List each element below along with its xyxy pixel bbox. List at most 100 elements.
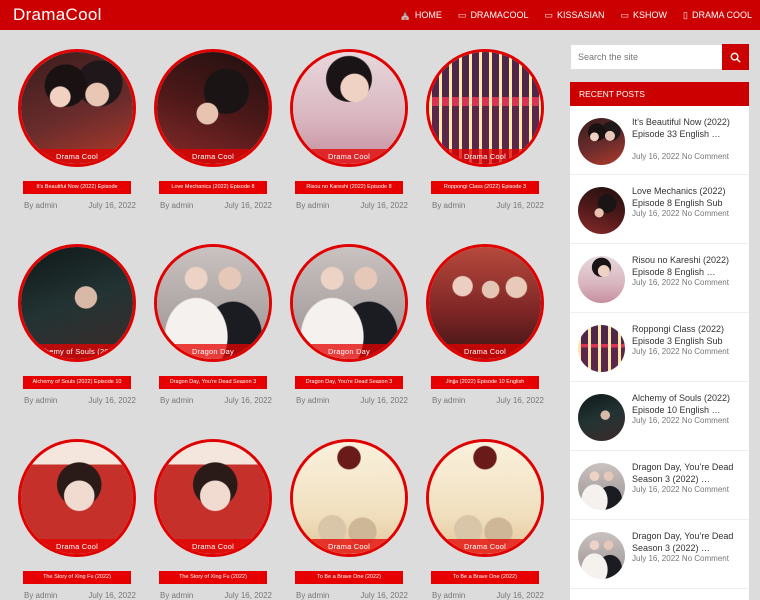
post-title[interactable]: To Be a Brave One (2022) <box>431 571 539 584</box>
post-date: July 16, 2022 <box>88 396 136 405</box>
recent-post-title[interactable]: Dragon Day, You’re Dead Season 3 (2022) … <box>632 461 744 485</box>
thumbnail-image <box>429 52 541 164</box>
recent-post-thumbnail[interactable] <box>578 532 625 579</box>
post-date: July 16, 2022 <box>360 201 408 210</box>
recent-post-title[interactable]: Risou no Kareshi (2022) Episode 8 Englis… <box>632 254 744 278</box>
search-icon <box>730 52 741 63</box>
post-thumbnail[interactable]: Drama Cool <box>18 49 136 167</box>
post-author[interactable]: By admin <box>296 591 329 600</box>
thumbnail-image <box>293 442 405 554</box>
post-thumbnail[interactable]: Alchemy of Souls (2022) <box>18 244 136 362</box>
post-badge: Drama Cool <box>463 347 506 356</box>
post-title[interactable]: To Be a Brave One (2022) <box>295 571 403 584</box>
search-input[interactable] <box>571 45 723 69</box>
recent-post-item[interactable]: Risou no Kareshi (2022) Episode 8 Englis… <box>570 244 749 313</box>
recent-post-title[interactable]: Roppongi Class (2022) Episode 3 English … <box>632 323 744 347</box>
recent-post-item[interactable]: Dragon Day, You’re Dead Season 3 (2022) … <box>570 520 749 589</box>
post-author[interactable]: By admin <box>296 201 329 210</box>
thumbnail-image <box>157 247 269 359</box>
recent-post-thumbnail[interactable] <box>578 325 625 372</box>
post-title[interactable]: Love Mechanics (2022) Episode 8 <box>159 181 267 194</box>
post-meta: By admin July 16, 2022 <box>24 201 136 210</box>
recent-post-item[interactable]: Love Mechanics (2022) Episode 8 English … <box>570 175 749 244</box>
post-author[interactable]: By admin <box>160 591 193 600</box>
post-meta: By admin July 16, 2022 <box>296 396 408 405</box>
recent-post-item[interactable]: Alchemy of Souls (2022) Episode 10 Engli… <box>570 382 749 451</box>
nav-label: KISSASIAN <box>556 10 605 20</box>
recent-post-item[interactable]: Dragon Day, You’re Dead Season 3 (2022) … <box>570 451 749 520</box>
nav-label: KSHOW <box>633 10 668 20</box>
search-button[interactable] <box>722 44 749 70</box>
post-title[interactable]: The Story of Xing Fu (2022) <box>159 571 267 584</box>
post-title[interactable]: It's Beautiful Now (2022) Episode <box>23 181 131 194</box>
tv-icon: ▭ <box>457 9 467 20</box>
recent-post-thumbnail[interactable] <box>578 463 625 510</box>
post-title[interactable]: Risou no Kareshi (2022) Episode 8 <box>295 181 403 194</box>
recent-posts-widget: RECENT POSTS It’s Beautiful Now (2022) E… <box>570 82 749 600</box>
recent-post-thumbnail[interactable] <box>578 118 625 165</box>
recent-post-thumbnail[interactable] <box>578 394 625 441</box>
post-title[interactable]: Roppongi Class (2022) Episode 3 <box>431 181 539 194</box>
post-author[interactable]: By admin <box>432 201 465 210</box>
post-badge: Drama Cool <box>55 152 98 161</box>
post-author[interactable]: By admin <box>24 201 57 210</box>
recent-post-item[interactable]: Roppongi Class (2022) Episode 3 English … <box>570 313 749 382</box>
recent-post-thumbnail[interactable] <box>578 187 625 234</box>
post-thumbnail[interactable]: Dragon Day <box>154 244 272 362</box>
search-box <box>570 44 749 70</box>
post-thumbnail[interactable]: Drama Cool <box>18 439 136 557</box>
recent-post-meta: July 16, 2022 No Comment <box>632 485 729 494</box>
post-badge: Drama Cool <box>191 542 234 551</box>
post-badge: Drama Cool <box>463 152 506 161</box>
recent-post-meta: July 16, 2022 No Comment <box>632 209 729 218</box>
post-thumbnail[interactable]: Dragon Day <box>290 244 408 362</box>
nav-kshow[interactable]: ▭ KSHOW <box>621 10 668 21</box>
recent-post-meta: July 16, 2022 No Comment <box>632 416 729 425</box>
thumbnail-image <box>21 52 133 164</box>
post-date: July 16, 2022 <box>224 201 272 210</box>
site-logo[interactable]: DramaCool <box>13 5 102 25</box>
post-title[interactable]: The Story of Xing Fu (2022) <box>23 571 131 584</box>
post-author[interactable]: By admin <box>24 591 57 600</box>
post-author[interactable]: By admin <box>432 396 465 405</box>
post-title[interactable]: Jinjja (2022) Episode 10 English <box>431 376 539 389</box>
post-title[interactable]: Alchemy of Souls (2022) Episode 10 <box>23 376 131 389</box>
thumbnail-image <box>429 442 541 554</box>
post-thumbnail[interactable]: Drama Cool <box>290 439 408 557</box>
post-badge: Drama Cool <box>463 542 506 551</box>
post-thumbnail[interactable]: Drama Cool <box>154 49 272 167</box>
post-thumbnail[interactable]: Drama Cool <box>426 244 544 362</box>
nav-dramacool[interactable]: ▭ DRAMACOOL <box>458 10 529 21</box>
nav-label: DRAMA COOL <box>691 10 752 20</box>
recent-post-item[interactable]: It’s Beautiful Now (2022) Episode 33 Eng… <box>570 106 749 175</box>
post-author[interactable]: By admin <box>296 396 329 405</box>
post-date: July 16, 2022 <box>88 201 136 210</box>
thumbnail-image <box>21 442 133 554</box>
recent-post-title[interactable]: It’s Beautiful Now (2022) Episode 33 Eng… <box>632 116 744 140</box>
post-thumbnail[interactable]: Drama Cool <box>426 49 544 167</box>
recent-post-title[interactable]: Love Mechanics (2022) Episode 8 English … <box>632 185 744 209</box>
post-author[interactable]: By admin <box>160 396 193 405</box>
post-author[interactable]: By admin <box>160 201 193 210</box>
recent-post-title[interactable]: Alchemy of Souls (2022) Episode 10 Engli… <box>632 392 744 416</box>
recent-post-meta: July 16, 2022 No Comment <box>632 278 729 287</box>
tv-icon: ▭ <box>544 9 553 20</box>
thumbnail-image <box>157 442 269 554</box>
post-author[interactable]: By admin <box>24 396 57 405</box>
recent-post-title[interactable]: Dragon Day, You’re Dead Season 3 (2022) … <box>632 530 744 554</box>
post-meta: By admin July 16, 2022 <box>296 201 408 210</box>
post-author[interactable]: By admin <box>432 591 465 600</box>
nav-drama-cool[interactable]: ▯ DRAMA COOL <box>683 10 752 21</box>
tv-icon: ▭ <box>620 9 630 20</box>
post-title[interactable]: Dragon Day, You're Dead Season 3 <box>159 376 267 389</box>
post-thumbnail[interactable]: Drama Cool <box>154 439 272 557</box>
nav-label: HOME <box>414 10 442 20</box>
post-meta: By admin July 16, 2022 <box>432 591 544 600</box>
recent-post-thumbnail[interactable] <box>578 256 625 303</box>
nav-kissasian[interactable]: ▭ KISSASIAN <box>544 10 604 21</box>
post-thumbnail[interactable]: Drama Cool <box>290 49 408 167</box>
nav-home[interactable]: ⛪ HOME <box>400 10 442 21</box>
recent-post-meta: July 16, 2022 No Comment <box>632 554 729 563</box>
post-title[interactable]: Dragon Day, You're Dead Season 3 <box>295 376 403 389</box>
post-thumbnail[interactable]: Drama Cool <box>426 439 544 557</box>
